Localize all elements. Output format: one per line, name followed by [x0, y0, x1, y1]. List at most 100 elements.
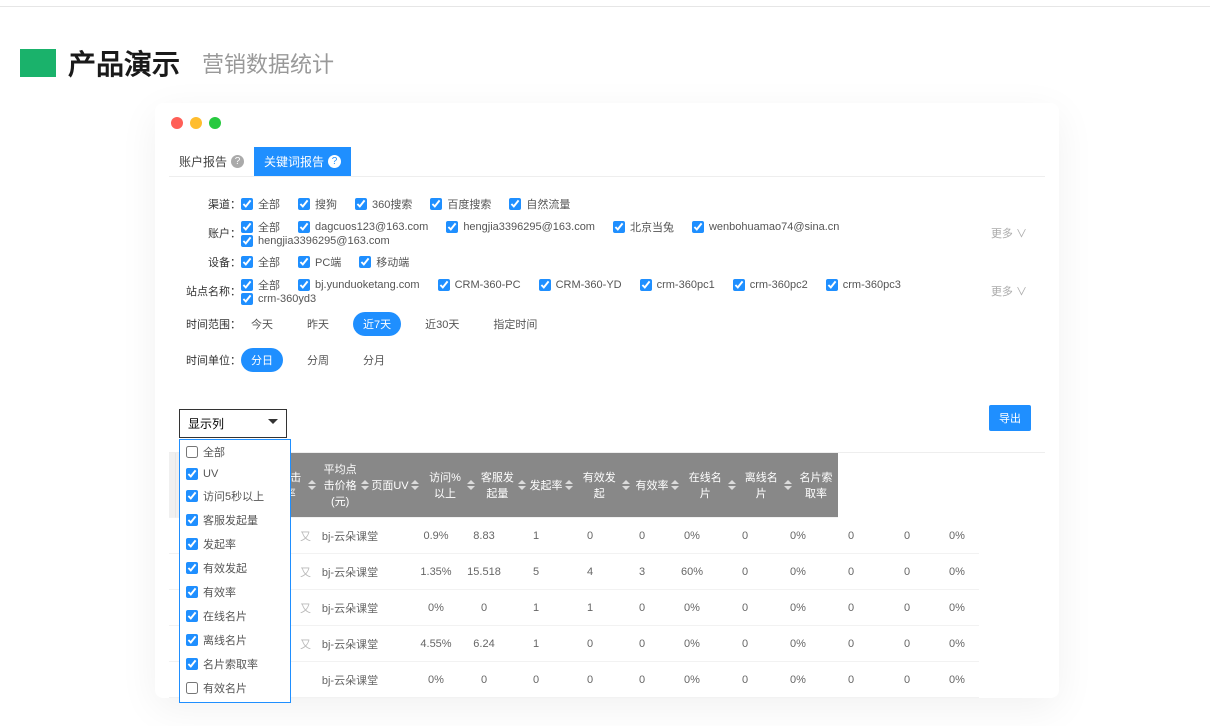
checkbox[interactable] — [359, 256, 371, 268]
checkbox[interactable] — [640, 279, 652, 291]
th-fqr[interactable]: 发起率 — [526, 453, 576, 518]
th-v5[interactable]: 访问%以上 — [422, 453, 476, 518]
checkbox[interactable] — [733, 279, 745, 291]
account-option-3[interactable]: 北京当兔 — [613, 219, 674, 235]
range-option-0[interactable]: 今天 — [241, 312, 283, 336]
range-option-2[interactable]: 近7天 — [353, 312, 401, 336]
unit-option-2[interactable]: 分月 — [353, 348, 395, 372]
site-option-5[interactable]: crm-360pc2 — [733, 279, 808, 291]
checkbox[interactable] — [241, 221, 253, 233]
checkbox[interactable] — [186, 634, 198, 646]
dropdown-item-10[interactable]: 有效名片 — [180, 676, 290, 700]
th-yxr[interactable]: 有效率 — [632, 453, 682, 518]
range-option-4[interactable]: 指定时间 — [483, 312, 547, 336]
maximize-icon[interactable] — [209, 117, 221, 129]
unit-option-0[interactable]: 分日 — [241, 348, 283, 372]
checkbox[interactable] — [241, 256, 253, 268]
more-sites[interactable]: 更多 ∨ — [991, 283, 1035, 299]
th-uv[interactable]: 页面UV — [368, 453, 422, 518]
device-option-2[interactable]: 移动端 — [359, 254, 409, 270]
channel-option-4[interactable]: 自然流量 — [509, 196, 570, 212]
checkbox[interactable] — [186, 538, 198, 550]
checkbox[interactable] — [438, 279, 450, 291]
site-option-7[interactable]: crm-360yd3 — [241, 293, 316, 305]
checkbox[interactable] — [186, 514, 198, 526]
th-price[interactable]: 平均点击价格(元) — [318, 453, 368, 518]
display-columns-dropdown[interactable]: 全部UV访问5秒以上客服发起量发起率有效发起有效率在线名片离线名片名片索取率有效… — [179, 439, 291, 703]
account-option-1[interactable]: dagcuos123@163.com — [298, 221, 428, 233]
dropdown-item-4[interactable]: 发起率 — [180, 532, 290, 556]
th-yxfq[interactable]: 有效发起 — [576, 453, 632, 518]
checkbox[interactable] — [186, 610, 198, 622]
th-lxmp[interactable]: 离线名片 — [738, 453, 794, 518]
site-option-6[interactable]: crm-360pc3 — [826, 279, 901, 291]
account-option-4[interactable]: wenbohuamao74@sina.cn — [692, 221, 839, 233]
checkbox[interactable] — [298, 279, 310, 291]
checkbox[interactable] — [826, 279, 838, 291]
dropdown-item-7[interactable]: 在线名片 — [180, 604, 290, 628]
range-option-1[interactable]: 昨天 — [297, 312, 339, 336]
dropdown-item-6[interactable]: 有效率 — [180, 580, 290, 604]
tab-keyword-report[interactable]: 关键词报告 ? — [254, 147, 351, 176]
dropdown-item-0[interactable]: 全部 — [180, 440, 290, 464]
th-zxmp[interactable]: 在线名片 — [682, 453, 738, 518]
checkbox[interactable] — [298, 256, 310, 268]
checkbox[interactable] — [186, 658, 198, 670]
tab-account-report[interactable]: 账户报告 ? — [169, 147, 254, 176]
checkbox[interactable] — [186, 682, 198, 694]
account-option-5[interactable]: hengjia3396295@163.com — [241, 235, 390, 247]
td-kf: 3 — [617, 554, 667, 590]
checkbox[interactable] — [241, 293, 253, 305]
channel-option-1[interactable]: 搜狗 — [298, 196, 337, 212]
td-kf: 0 — [617, 662, 667, 698]
td-yxr: 0% — [773, 554, 823, 590]
checkbox[interactable] — [186, 446, 198, 458]
dropdown-item-5[interactable]: 有效发起 — [180, 556, 290, 580]
site-option-1[interactable]: bj.yunduoketang.com — [298, 279, 420, 291]
device-option-1[interactable]: PC端 — [298, 254, 341, 270]
display-columns-select[interactable]: 显示列 — [179, 409, 287, 438]
checkbox[interactable] — [692, 221, 704, 233]
checkbox[interactable] — [186, 586, 198, 598]
account-option-2[interactable]: hengjia3396295@163.com — [446, 221, 595, 233]
td-uv: 0 — [509, 662, 563, 698]
dropdown-item-2[interactable]: 访问5秒以上 — [180, 484, 290, 508]
checkbox[interactable] — [355, 198, 367, 210]
checkbox[interactable] — [298, 198, 310, 210]
checkbox[interactable] — [241, 235, 253, 247]
checkbox[interactable] — [186, 562, 198, 574]
dropdown-item-1[interactable]: UV — [180, 464, 290, 484]
site-option-2[interactable]: CRM-360-PC — [438, 279, 521, 291]
range-option-3[interactable]: 近30天 — [415, 312, 469, 336]
checkbox[interactable] — [186, 468, 198, 480]
checkbox[interactable] — [613, 221, 625, 233]
checkbox[interactable] — [509, 198, 521, 210]
export-button[interactable]: 导出 — [989, 405, 1031, 431]
checkbox[interactable] — [241, 279, 253, 291]
account-option-0[interactable]: 全部 — [241, 219, 280, 235]
device-option-0[interactable]: 全部 — [241, 254, 280, 270]
checkbox[interactable] — [446, 221, 458, 233]
channel-option-2[interactable]: 360搜索 — [355, 196, 412, 212]
checkbox[interactable] — [298, 221, 310, 233]
th-suo[interactable]: 名片索取率 — [794, 453, 838, 518]
close-icon[interactable] — [171, 117, 183, 129]
checkbox[interactable] — [241, 198, 253, 210]
help-icon[interactable]: ? — [231, 155, 244, 168]
site-option-3[interactable]: CRM-360-YD — [539, 279, 622, 291]
th-kf[interactable]: 客服发起量 — [476, 453, 526, 518]
help-icon[interactable]: ? — [328, 155, 341, 168]
site-option-0[interactable]: 全部 — [241, 277, 280, 293]
channel-option-3[interactable]: 百度搜索 — [430, 196, 491, 212]
unit-option-1[interactable]: 分周 — [297, 348, 339, 372]
checkbox[interactable] — [186, 490, 198, 502]
dropdown-item-8[interactable]: 离线名片 — [180, 628, 290, 652]
site-option-4[interactable]: crm-360pc1 — [640, 279, 715, 291]
checkbox[interactable] — [430, 198, 442, 210]
checkbox[interactable] — [539, 279, 551, 291]
more-accounts[interactable]: 更多 ∨ — [991, 225, 1035, 241]
dropdown-item-3[interactable]: 客服发起量 — [180, 508, 290, 532]
channel-option-0[interactable]: 全部 — [241, 196, 280, 212]
minimize-icon[interactable] — [190, 117, 202, 129]
dropdown-item-9[interactable]: 名片索取率 — [180, 652, 290, 676]
